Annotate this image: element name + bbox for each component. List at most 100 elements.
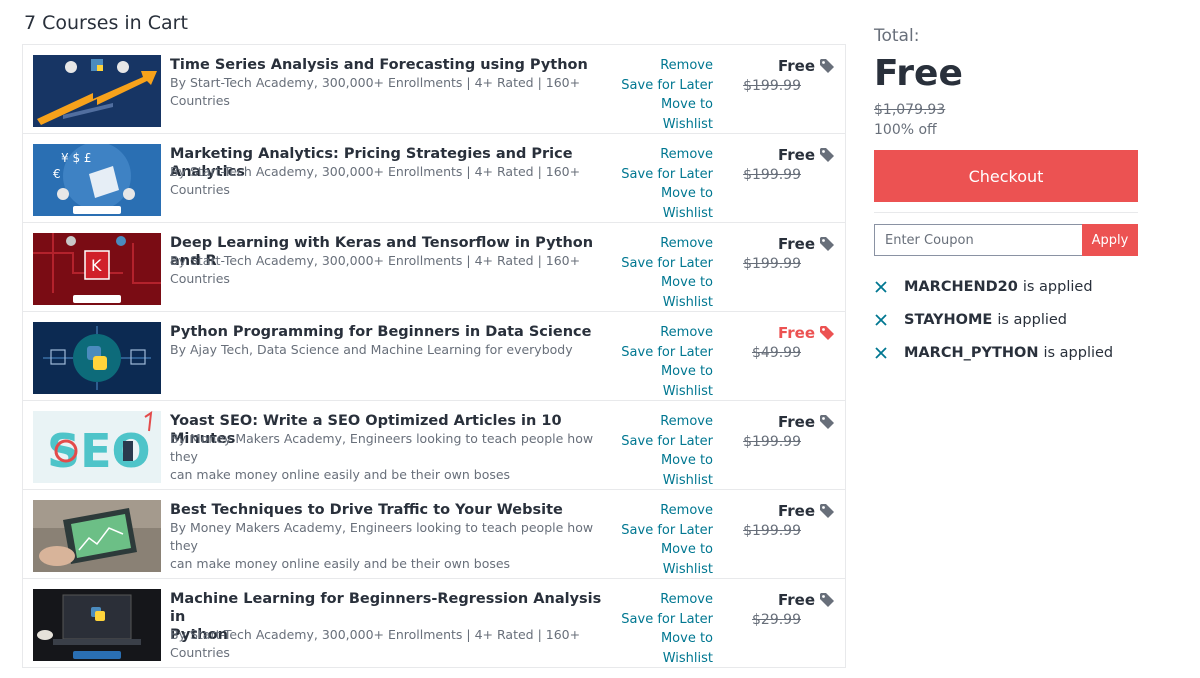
price-box: Free $199.99 [735, 145, 835, 185]
course-actions: Remove Save for Later Move to Wishlist [608, 501, 713, 579]
original-price: $199.99 [743, 78, 801, 94]
svg-text:€: € [53, 167, 61, 181]
course-actions: Remove Save for Later Move to Wishlist [608, 145, 713, 223]
current-price: Free [778, 590, 835, 610]
original-total: $1,079.93 [874, 102, 946, 118]
save-for-later-link[interactable]: Save for Later [608, 76, 713, 96]
apply-coupon-button[interactable]: Apply [1082, 224, 1138, 256]
move-to-wishlist-link[interactable]: Move to Wishlist [608, 184, 713, 223]
course-subtitle: By Start-Tech Academy, 300,000+ Enrollme… [170, 164, 581, 197]
course-row: Best Techniques to Drive Traffic to Your… [23, 490, 845, 579]
course-title[interactable]: Best Techniques to Drive Traffic to Your… [170, 501, 610, 519]
current-price: Free [778, 501, 835, 521]
course-actions: Remove Save for Later Move to Wishlist [608, 234, 713, 312]
applied-coupon: STAYHOME is applied [874, 303, 1140, 336]
course-actions: Remove Save for Later Move to Wishlist [608, 412, 713, 490]
remove-link[interactable]: Remove [608, 145, 713, 165]
remove-link[interactable]: Remove [608, 234, 713, 254]
course-title[interactable]: Time Series Analysis and Forecasting usi… [170, 56, 610, 74]
current-price: Free [778, 145, 835, 165]
applied-coupons: MARCHEND20 is applied STAYHOME is applie… [874, 270, 1140, 369]
course-subtitle: By Money Makers Academy, Engineers looki… [170, 520, 594, 571]
course-subtitle: By Start-Tech Academy, 300,000+ Enrollme… [170, 75, 581, 108]
course-thumbnail[interactable] [33, 55, 161, 127]
coupon-input[interactable] [874, 224, 1082, 256]
original-price: $199.99 [743, 167, 801, 183]
save-for-later-link[interactable]: Save for Later [608, 521, 713, 541]
save-for-later-link[interactable]: Save for Later [608, 165, 713, 185]
remove-link[interactable]: Remove [608, 412, 713, 432]
move-to-wishlist-link[interactable]: Move to Wishlist [608, 362, 713, 401]
current-price: Free [778, 234, 835, 254]
cart-summary: Total: Free $1,079.93 100% off Checkout … [874, 24, 1140, 361]
current-price: Free [778, 323, 835, 343]
course-row: SEO Yoast SEO: Write a SEO Optimized Art… [23, 401, 845, 490]
course-thumbnail[interactable]: K [33, 233, 161, 305]
course-thumbnail[interactable] [33, 589, 161, 661]
save-for-later-link[interactable]: Save for Later [608, 610, 713, 630]
original-price: $199.99 [743, 434, 801, 450]
coupon-code: MARCH_PYTHON [904, 344, 1039, 361]
coupon-status: is applied [1022, 278, 1093, 295]
tag-icon [820, 237, 834, 251]
course-row: K Deep Learning with Keras and Tensorflo… [23, 223, 845, 312]
remove-link[interactable]: Remove [608, 323, 713, 343]
move-to-wishlist-link[interactable]: Move to Wishlist [608, 540, 713, 579]
course-list: Time Series Analysis and Forecasting usi… [22, 44, 846, 668]
coupon-status: is applied [997, 311, 1068, 328]
applied-coupon: MARCHEND20 is applied [874, 270, 1140, 303]
course-thumbnail[interactable]: SEO [33, 411, 161, 483]
coupon-code: STAYHOME [904, 311, 993, 328]
coupon-status: is applied [1043, 344, 1114, 361]
original-price: $199.99 [743, 256, 801, 272]
move-to-wishlist-link[interactable]: Move to Wishlist [608, 451, 713, 490]
checkout-button[interactable]: Checkout [874, 150, 1138, 202]
move-to-wishlist-link[interactable]: Move to Wishlist [608, 95, 713, 134]
course-thumbnail[interactable] [33, 322, 161, 394]
remove-link[interactable]: Remove [608, 590, 713, 610]
course-actions: Remove Save for Later Move to Wishlist [608, 590, 713, 668]
save-for-later-link[interactable]: Save for Later [608, 254, 713, 274]
tag-icon [820, 326, 834, 340]
applied-coupon: MARCH_PYTHON is applied [874, 336, 1140, 369]
current-price: Free [778, 412, 835, 432]
remove-link[interactable]: Remove [608, 56, 713, 76]
price-box: Free $199.99 [735, 56, 835, 96]
course-thumbnail[interactable] [33, 500, 161, 572]
svg-text:K: K [91, 256, 102, 275]
tag-icon [820, 59, 834, 73]
original-price: $29.99 [752, 612, 801, 628]
course-row: Python Programming for Beginners in Data… [23, 312, 845, 401]
close-icon[interactable] [874, 308, 904, 332]
save-for-later-link[interactable]: Save for Later [608, 343, 713, 363]
divider [874, 212, 1138, 213]
course-row: Time Series Analysis and Forecasting usi… [23, 45, 845, 134]
course-thumbnail[interactable]: ¥ $ £ € [33, 144, 161, 216]
save-for-later-link[interactable]: Save for Later [608, 432, 713, 452]
course-subtitle: By Money Makers Academy, Engineers looki… [170, 431, 594, 482]
cart-heading: 7 Courses in Cart [24, 12, 188, 34]
tag-icon [820, 415, 834, 429]
close-icon[interactable] [874, 275, 904, 299]
original-price: $199.99 [743, 523, 801, 539]
coupon-form: Apply [874, 224, 1138, 256]
close-icon[interactable] [874, 341, 904, 365]
remove-link[interactable]: Remove [608, 501, 713, 521]
original-price: $49.99 [752, 345, 801, 361]
price-box: Free $49.99 [735, 323, 835, 363]
course-subtitle: By Start-Tech Academy, 300,000+ Enrollme… [170, 253, 581, 286]
course-actions: Remove Save for Later Move to Wishlist [608, 56, 713, 134]
tag-icon [820, 148, 834, 162]
price-box: Free $29.99 [735, 590, 835, 630]
total-label: Total: [874, 26, 920, 46]
total-price: Free [874, 53, 963, 94]
move-to-wishlist-link[interactable]: Move to Wishlist [608, 629, 713, 668]
move-to-wishlist-link[interactable]: Move to Wishlist [608, 273, 713, 312]
course-title[interactable]: Python Programming for Beginners in Data… [170, 323, 610, 341]
course-row: Machine Learning for Beginners-Regressio… [23, 579, 845, 668]
course-subtitle: By Start-Tech Academy, 300,000+ Enrollme… [170, 627, 581, 660]
price-box: Free $199.99 [735, 501, 835, 541]
tag-icon [820, 504, 834, 518]
course-subtitle: By Ajay Tech, Data Science and Machine L… [170, 342, 573, 357]
current-price: Free [778, 56, 835, 76]
